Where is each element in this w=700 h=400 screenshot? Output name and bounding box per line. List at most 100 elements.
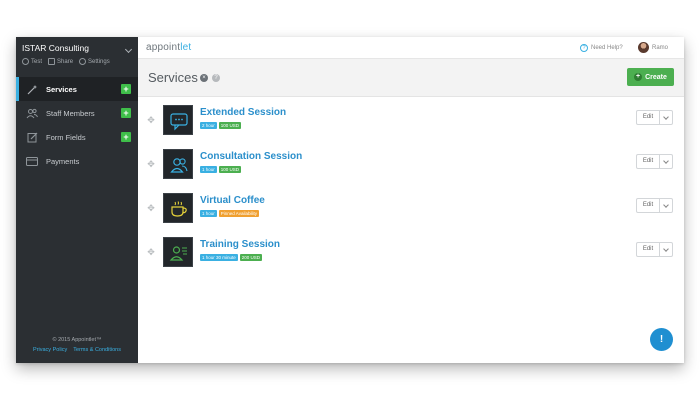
- test-icon: [22, 58, 29, 65]
- sidebar-item-label: Services: [46, 84, 77, 94]
- help-icon: ?: [580, 44, 588, 52]
- share-action[interactable]: Share: [48, 58, 73, 65]
- add-form-field-button[interactable]: +: [121, 132, 131, 142]
- user-name: Ramo: [652, 44, 669, 51]
- plus-circle-icon: +: [634, 73, 643, 81]
- list-item[interactable]: ✥ Training Session 1 hour 30 minute 200 …: [138, 235, 684, 279]
- edit-button-group: Edit: [636, 154, 673, 169]
- chevron-down-icon[interactable]: [124, 45, 133, 54]
- duration-badge: 1 hour: [200, 210, 217, 217]
- service-thumbnail[interactable]: [163, 193, 193, 223]
- need-help-link[interactable]: ? Need Help?: [580, 44, 623, 52]
- create-label: Create: [645, 73, 667, 81]
- service-thumbnail[interactable]: [163, 237, 193, 267]
- service-name[interactable]: Consultation Session: [200, 151, 302, 162]
- service-name[interactable]: Training Session: [200, 239, 280, 250]
- trainer-icon: [169, 246, 187, 261]
- need-help-label: Need Help?: [591, 45, 623, 51]
- add-staff-button[interactable]: +: [121, 108, 131, 118]
- settings-label: Settings: [88, 58, 110, 65]
- close-icon[interactable]: ×: [200, 74, 208, 82]
- service-tags: 1 hour Pinned Availability: [200, 210, 259, 217]
- duration-badge: 1 hour: [200, 166, 217, 173]
- create-button[interactable]: + Create: [627, 68, 674, 86]
- card-icon: [26, 155, 38, 167]
- share-icon: [48, 58, 56, 65]
- service-name[interactable]: Extended Session: [200, 107, 286, 118]
- settings-action[interactable]: Settings: [79, 58, 110, 65]
- list-item[interactable]: ✥ Consultation Session 1 hour 100 USD Ed…: [138, 147, 684, 191]
- service-tags: 1 hour 30 minute 200 USD: [200, 254, 263, 261]
- drag-handle-icon[interactable]: ✥: [146, 115, 156, 125]
- page-title: Services: [148, 70, 198, 85]
- service-tags: 2 hour 100 USD: [200, 122, 242, 129]
- chevron-down-icon[interactable]: [660, 111, 672, 124]
- chevron-down-icon[interactable]: [660, 155, 672, 168]
- service-thumbnail[interactable]: [163, 105, 193, 135]
- drag-handle-icon[interactable]: ✥: [146, 203, 156, 213]
- coffee-icon: [171, 201, 187, 217]
- drag-handle-icon[interactable]: ✥: [146, 159, 156, 169]
- drag-handle-icon[interactable]: ✥: [146, 247, 156, 257]
- services-list: ✥ Extended Session 2 hour 100 USD Edit ✥: [138, 103, 684, 279]
- org-actions: Test Share Settings: [22, 58, 110, 65]
- question-icon[interactable]: ?: [212, 74, 220, 82]
- app-window: ISTAR Consulting Test Share Settings Ser…: [16, 37, 684, 363]
- sidebar-item-form-fields[interactable]: Form Fields +: [16, 125, 138, 149]
- logo-suffix: let: [180, 42, 192, 53]
- test-action[interactable]: Test: [22, 58, 42, 65]
- user-menu[interactable]: Ramo: [638, 42, 668, 53]
- page-header: Services × ? + Create: [138, 59, 684, 97]
- chat-support-button[interactable]: !: [650, 328, 673, 351]
- sidebar-item-payments[interactable]: Payments: [16, 149, 138, 173]
- list-item[interactable]: ✥ Virtual Coffee 1 hour Pinned Availabil…: [138, 191, 684, 235]
- chat-bubble-icon: [170, 113, 188, 131]
- form-icon: [26, 131, 38, 143]
- sidebar-item-label: Payments: [46, 156, 80, 166]
- gear-icon: [79, 58, 87, 65]
- list-item[interactable]: ✥ Extended Session 2 hour 100 USD Edit: [138, 103, 684, 147]
- sidebar-nav: Services + Staff Members + Form Fields +: [16, 77, 138, 173]
- service-tags: 1 hour 100 USD: [200, 166, 242, 173]
- duration-badge: 1 hour 30 minute: [200, 254, 238, 261]
- chat-icon: !: [659, 334, 664, 345]
- sidebar-item-label: Staff Members: [46, 108, 95, 118]
- availability-badge: Pinned Availability: [218, 210, 259, 217]
- edit-button[interactable]: Edit: [637, 199, 660, 212]
- test-label: Test: [31, 58, 43, 65]
- service-thumbnail[interactable]: [163, 149, 193, 179]
- add-service-button[interactable]: +: [121, 84, 131, 94]
- edit-button-group: Edit: [636, 110, 673, 125]
- users-icon: [170, 158, 188, 173]
- app-logo[interactable]: appointlet: [146, 42, 191, 53]
- duration-badge: 2 hour: [200, 122, 217, 129]
- chevron-down-icon[interactable]: [660, 199, 672, 212]
- edit-button[interactable]: Edit: [637, 155, 660, 168]
- sidebar-item-staff-members[interactable]: Staff Members +: [16, 101, 138, 125]
- logo-prefix: appoint: [146, 42, 181, 53]
- share-label: Share: [57, 58, 74, 65]
- price-badge: 100 USD: [218, 166, 242, 173]
- service-name[interactable]: Virtual Coffee: [200, 195, 265, 206]
- edit-button[interactable]: Edit: [637, 111, 660, 124]
- price-badge: 100 USD: [218, 122, 242, 129]
- sidebar: ISTAR Consulting Test Share Settings Ser…: [16, 37, 138, 363]
- footer-links: Privacy Policy Terms & Conditions: [16, 347, 138, 353]
- users-icon: [26, 107, 38, 119]
- price-badge: 200 USD: [239, 254, 263, 261]
- org-name[interactable]: ISTAR Consulting: [22, 43, 89, 53]
- copyright-text: © 2015 Appointlet™: [52, 337, 102, 343]
- edit-button-group: Edit: [636, 198, 673, 213]
- terms-link[interactable]: Terms & Conditions: [73, 347, 121, 353]
- avatar: [638, 42, 649, 53]
- chevron-down-icon[interactable]: [660, 243, 672, 256]
- sidebar-item-services[interactable]: Services +: [16, 77, 138, 101]
- main-content: appointlet ? Need Help? Ramo Services × …: [138, 37, 684, 363]
- sidebar-footer: © 2015 Appointlet™ Privacy Policy Terms …: [16, 337, 138, 353]
- edit-button-group: Edit: [636, 242, 673, 257]
- privacy-policy-link[interactable]: Privacy Policy: [33, 347, 67, 353]
- wand-icon: [26, 83, 38, 95]
- sidebar-item-label: Form Fields: [46, 132, 86, 142]
- edit-button[interactable]: Edit: [637, 243, 660, 256]
- top-bar: appointlet ? Need Help? Ramo: [138, 37, 684, 59]
